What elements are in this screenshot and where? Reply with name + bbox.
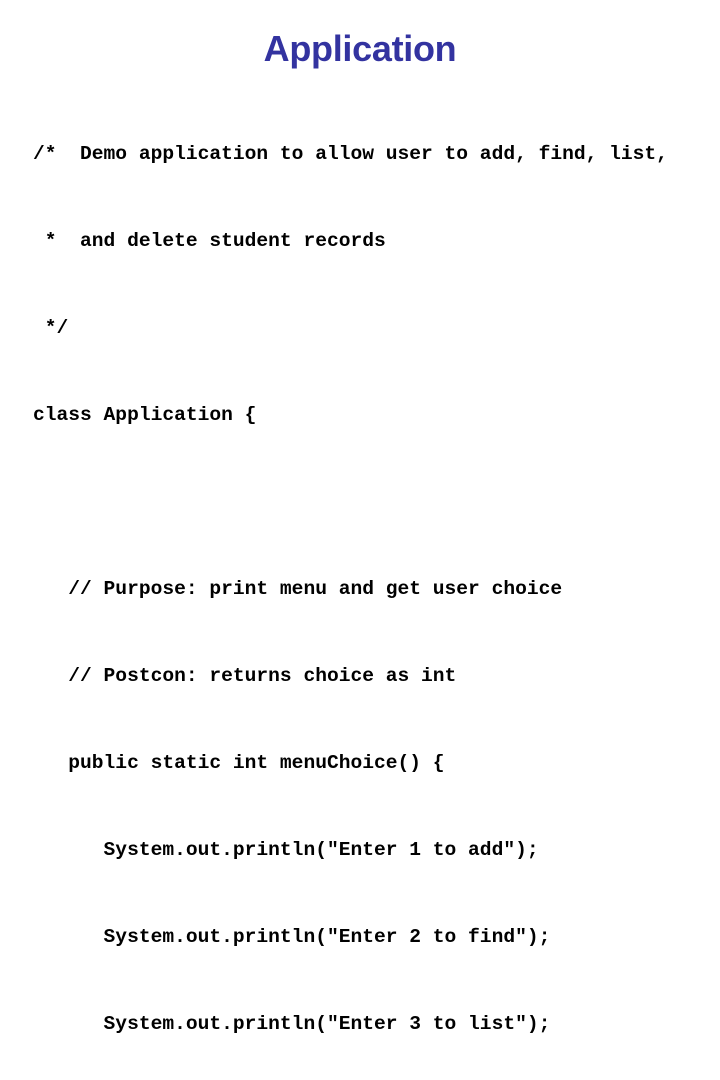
code-line: /* Demo application to allow user to add…	[33, 143, 668, 165]
slide-canvas: Application /* Demo application to allow…	[0, 0, 720, 1035]
code-line: // Postcon: returns choice as int	[33, 665, 457, 687]
code-line: class Application {	[33, 404, 257, 426]
code-line: public static int menuChoice() {	[33, 752, 445, 774]
code-line: */	[33, 317, 69, 339]
code-line: // Purpose: print menu and get user choi…	[33, 578, 563, 600]
code-block: /* Demo application to allow user to add…	[33, 82, 713, 1080]
code-line: * and delete student records	[33, 230, 386, 252]
code-line: System.out.println("Enter 1 to add");	[33, 839, 539, 861]
code-line: System.out.println("Enter 3 to list");	[33, 1013, 551, 1035]
page-title: Application	[263, 28, 457, 69]
code-line: System.out.println("Enter 2 to find");	[33, 926, 551, 948]
